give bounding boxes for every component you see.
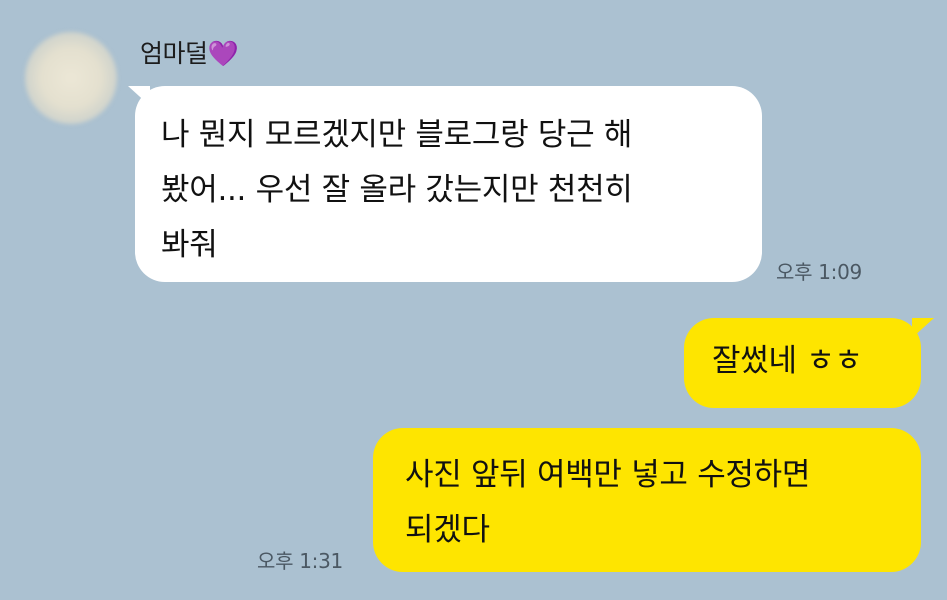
sender-avatar[interactable] [25,32,117,124]
message-timestamp: 오후 1:31 [257,549,343,573]
sender-name: 엄마덜💜 [140,34,239,70]
sender-name-text: 엄마덜 [140,39,208,68]
outgoing-message-bubble[interactable]: 잘썼네 ㅎㅎ [684,318,921,408]
incoming-message-bubble[interactable]: 나 뭔지 모르겠지만 블로그랑 당근 해 봤어... 우선 잘 올라 갔는지만 … [135,86,762,282]
purple-heart-icon: 💜 [207,39,239,68]
outgoing-message-bubble[interactable]: 사진 앞뒤 여백만 넣고 수정하면 되겠다 [373,428,921,572]
message-timestamp: 오후 1:09 [776,260,862,284]
